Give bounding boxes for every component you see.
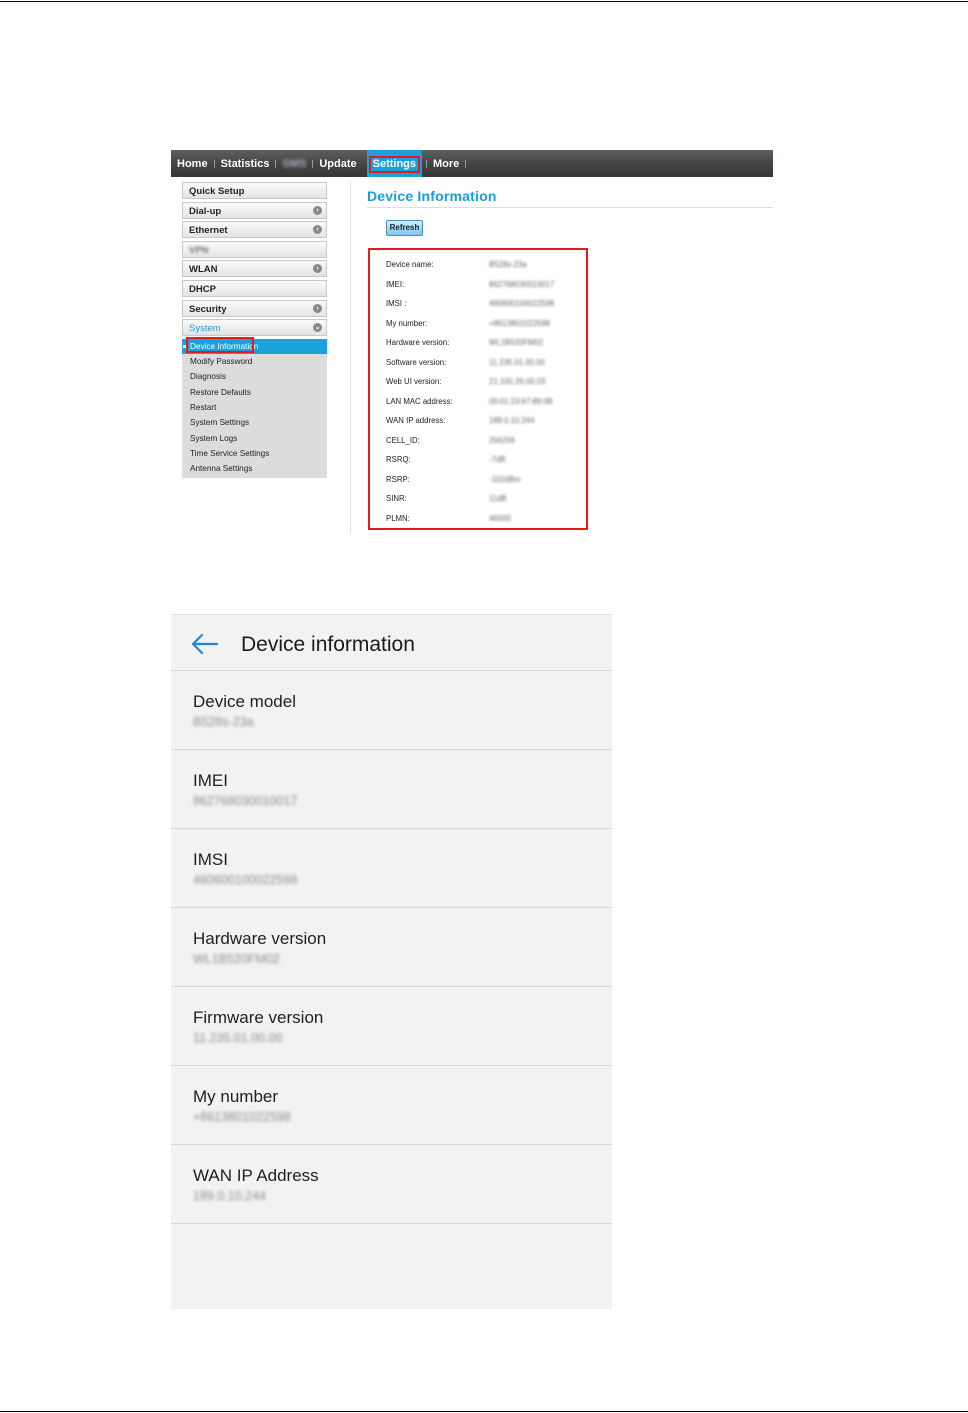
chevron-right-icon: › <box>313 303 322 313</box>
sidebar-ethernet[interactable]: Ethernet › <box>182 221 327 239</box>
submenu-device-information[interactable]: Device Information <box>182 336 327 355</box>
back-arrow-icon[interactable] <box>191 633 219 655</box>
chevron-down-icon: ⌄ <box>313 323 322 333</box>
page-title: Device Information <box>367 188 497 204</box>
list-item-value: +8613801022598 <box>193 1110 291 1124</box>
chevron-right-icon: › <box>313 225 322 235</box>
top-nav: Home Statistics SMS Update Settings More <box>171 150 773 177</box>
list-item-imei[interactable]: IMEI 862768030010017 <box>171 750 612 829</box>
list-item-value: B528s-23a <box>193 715 254 729</box>
nav-separator <box>465 159 467 168</box>
list-item-device-model[interactable]: Device model B528s-23a <box>171 671 612 750</box>
list-item-value: 460600100022598 <box>193 873 298 887</box>
submenu-restart[interactable]: Restart <box>182 400 327 415</box>
info-row: SINR: 11dB <box>386 494 507 503</box>
list-item-wan-ip-address[interactable]: WAN IP Address 189.0.10.244 <box>171 1145 612 1224</box>
list-item-imsi[interactable]: IMSI 460600100022598 <box>171 829 612 908</box>
info-row: RSRQ: -7dB <box>386 455 506 464</box>
nav-home[interactable]: Home <box>171 150 214 177</box>
sidebar-security[interactable]: Security › <box>182 299 327 317</box>
info-row: IMSI :460600100022598 <box>386 299 555 308</box>
info-row: Device name: B528s-23a <box>386 260 527 269</box>
list-item-value: 11.235.01.00.00 <box>193 1031 283 1045</box>
title-divider <box>367 207 773 208</box>
content-divider <box>350 182 351 534</box>
nav-sms[interactable]: SMS <box>276 150 312 177</box>
list-item-label: Firmware version <box>193 1008 324 1027</box>
list-item-firmware-version[interactable]: Firmware version 11.235.01.00.00 <box>171 987 612 1066</box>
info-row: My number: +8613801022598 <box>386 318 550 328</box>
refresh-button[interactable]: Refresh <box>386 220 423 236</box>
app-bar: Device information <box>171 614 612 671</box>
nav-statistics[interactable]: Statistics <box>215 150 276 177</box>
list-item-label: IMSI <box>193 850 228 869</box>
list-item-label: Device model <box>193 692 296 711</box>
submenu-system-logs[interactable]: System Logs <box>182 431 327 446</box>
highlight-box <box>186 336 254 353</box>
info-row: Web UI version: 21.100.26.00.03 <box>386 377 546 386</box>
list-item-value: 862768030010017 <box>193 794 298 808</box>
main-content: Device Information Refresh Device name: B… <box>367 188 773 530</box>
info-row: Hardware version: WL1B520FM02 <box>386 338 544 347</box>
phone-app-screenshot: Device information Device model B528s-23… <box>171 614 612 1309</box>
chevron-right-icon: › <box>313 264 322 274</box>
info-row: RSRP: -102dBm <box>386 474 521 484</box>
sidebar-wlan[interactable]: WLAN › <box>182 260 327 278</box>
nav-update[interactable]: Update <box>313 150 362 177</box>
submenu-restore-defaults[interactable]: Restore Defaults <box>182 385 327 400</box>
list-item-value: 189.0.10.244 <box>193 1189 266 1203</box>
submenu-system-settings[interactable]: System Settings <box>182 415 327 430</box>
system-submenu: Device Information Modify Password Diagn… <box>182 336 327 479</box>
list-item-my-number[interactable]: My number +8613801022598 <box>171 1066 612 1145</box>
list-item-label: My number <box>193 1087 279 1106</box>
list-item-label: Hardware version <box>193 929 327 948</box>
submenu-time-service-settings[interactable]: Time Service Settings <box>182 446 327 461</box>
submenu-modify-password[interactable]: Modify Password <box>182 354 327 369</box>
top-rule <box>0 1 968 2</box>
nav-more[interactable]: More <box>427 150 465 177</box>
info-row: IMEI: 862768030010017 <box>386 279 555 289</box>
list-item-value: WL1B520FM02 <box>193 952 280 966</box>
submenu-diagnosis[interactable]: Diagnosis <box>182 369 327 384</box>
device-info-table: Device name: B528s-23a IMEI: 8627680300100… <box>368 248 588 530</box>
highlight-box <box>368 156 421 173</box>
list-item-label: WAN IP Address <box>193 1166 319 1185</box>
list-item-label: IMEI <box>193 771 228 790</box>
sidebar-dial-up[interactable]: Dial-up › <box>182 201 327 219</box>
nav-settings[interactable]: Settings <box>366 150 423 177</box>
sidebar-system[interactable]: System ⌄ <box>182 319 327 337</box>
router-web-ui-screenshot: Home Statistics SMS Update Settings More… <box>171 150 773 536</box>
info-row: Software version: 11.235.01.00.00 <box>386 357 545 367</box>
info-row: CELL_ID: 256256 <box>386 435 516 445</box>
sidebar-vpn[interactable]: VPN <box>182 240 327 258</box>
sidebar-quick-setup[interactable]: Quick Setup <box>182 182 327 199</box>
sidebar-dhcp[interactable]: DHCP <box>182 279 327 297</box>
info-row: PLMN: 46000 <box>386 513 511 523</box>
bottom-rule <box>0 1411 968 1412</box>
info-row: LAN MAC address: 00:01:23:67:89:0B <box>386 396 553 406</box>
submenu-antenna-settings[interactable]: Antenna Settings <box>182 461 327 476</box>
chevron-right-icon: › <box>313 205 322 215</box>
sidebar: Quick Setup Dial-up › Ethernet › VPN WLAN ›… <box>182 182 327 479</box>
list-item-hardware-version[interactable]: Hardware version WL1B520FM02 <box>171 908 612 987</box>
screen-title: Device information <box>241 633 415 656</box>
info-row: WAN IP address: 189.0.10.244 <box>386 416 535 425</box>
